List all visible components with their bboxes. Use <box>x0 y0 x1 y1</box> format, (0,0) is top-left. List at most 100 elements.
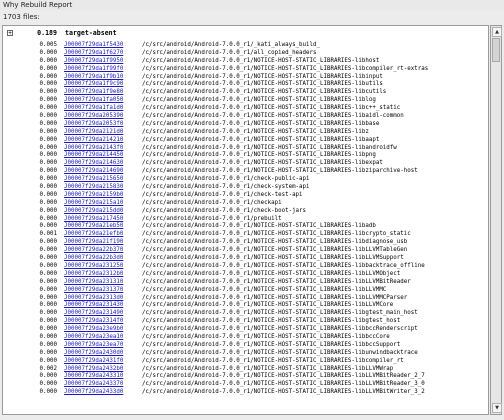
item-path: /c/src/android/Android-7.0.0_r1/NOTICE-H… <box>142 318 401 325</box>
item-hash-link[interactable]: J00007f29da231250 <box>64 263 123 271</box>
list-item: 0.000 J00007f29da1fa050/c/src/android/And… <box>3 97 488 105</box>
item-hash-link[interactable]: J00007f29da2312b0 <box>64 271 123 279</box>
item-hash-link[interactable]: J00007f29da1f99f0 <box>64 66 123 74</box>
item-hash-link[interactable]: J00007f29da1fa1d0 <box>64 105 123 113</box>
item-hash-link[interactable]: J00007f29da215650 <box>64 176 123 184</box>
list-item: 0.000 J00007f29da1fa1d0/c/src/android/And… <box>3 105 488 113</box>
item-hash-link[interactable]: J00007f29da231310 <box>64 279 123 287</box>
list-item: 0.000 J00007f29da2313d0/c/src/android/And… <box>3 295 488 303</box>
list-item: 0.000 J00007f29da231310/c/src/android/And… <box>3 279 488 287</box>
list-item: 0.005 J00007f29da1f5430/c/src/android/And… <box>3 42 488 50</box>
item-duration: 0.000 <box>39 207 57 214</box>
item-path: /c/src/android/Android-7.0.0_r1/NOTICE-H… <box>142 247 408 254</box>
item-hash-link[interactable]: J00007f29da2433d0 <box>64 389 123 397</box>
item-path: /c/src/android/Android-7.0.0_r1/NOTICE-H… <box>142 286 387 293</box>
list-item: 0.000 J00007f29da23e9b0/c/src/android/And… <box>3 326 488 334</box>
item-hash-link[interactable]: J00007f29da243370 <box>64 381 123 389</box>
item-hash-link[interactable]: J00007f29da1fa050 <box>64 97 123 105</box>
item-duration: 0.001 <box>39 231 57 238</box>
item-hash-link[interactable]: J00007f29da2053f0 <box>64 121 123 129</box>
item-hash-link[interactable]: J00007f29da2159b0 <box>64 192 123 200</box>
item-hash-link[interactable]: J00007f29da215dd0 <box>64 208 123 216</box>
item-duration: 0.000 <box>39 199 57 206</box>
item-hash-link[interactable]: J00007f29da215830 <box>64 184 123 192</box>
item-path: /c/src/android/Android-7.0.0_r1/NOTICE-H… <box>142 73 383 80</box>
item-duration: 0.000 <box>39 389 57 396</box>
item-hash-link[interactable]: J00007f29da22b370 <box>64 247 123 255</box>
list-item: 0.000 J00007f29da214690/c/src/android/And… <box>3 168 488 176</box>
item-hash-link[interactable]: J00007f29da22b3d0 <box>64 255 123 263</box>
item-hash-link[interactable]: J00007f29da23e9b0 <box>64 326 123 334</box>
expand-collapse-icon[interactable]: + <box>7 30 13 37</box>
scroll-down-arrow-icon[interactable]: ▼ <box>492 403 502 413</box>
item-hash-link[interactable]: J00007f29da21efb0 <box>64 231 123 239</box>
item-hash-link[interactable]: J00007f29da231370 <box>64 287 123 295</box>
list-item: 0.000 J00007f29da23ea10/c/src/android/And… <box>3 334 488 342</box>
scrollbar-thumb[interactable] <box>492 38 500 62</box>
scroll-up-arrow-icon[interactable]: ▲ <box>492 27 502 37</box>
item-duration: 0.000 <box>39 349 57 356</box>
list-item: 0.000 J00007f29da214210/c/src/android/And… <box>3 137 488 145</box>
item-hash-link[interactable]: J00007f29da23ea70 <box>64 342 123 350</box>
item-hash-link[interactable]: J00007f29da2432b0 <box>64 366 123 374</box>
item-hash-link[interactable]: J00007f29da2121d0 <box>64 129 123 137</box>
item-duration: 0.000 <box>39 65 57 72</box>
item-duration: 0.000 <box>39 381 57 388</box>
item-duration: 0.000 <box>39 286 57 293</box>
list-item: 0.000 J00007f29da1f6270/c/src/android/And… <box>3 50 488 58</box>
item-path: /c/src/android/Android-7.0.0_r1/NOTICE-H… <box>142 105 401 112</box>
item-hash-link[interactable]: J00007f29da1f5430 <box>64 42 123 50</box>
item-hash-link[interactable]: J00007f29da2430d0 <box>64 350 123 358</box>
tree-root-row[interactable]: + 0.189 target-absent <box>3 28 483 38</box>
item-hash-link[interactable]: J00007f29da214630 <box>64 160 123 168</box>
item-path: /c/src/android/Android-7.0.0_r1/_kati_al… <box>142 42 320 48</box>
item-hash-link[interactable]: J00007f29da2143f0 <box>64 145 123 153</box>
item-hash-link[interactable]: J00007f29da1f9e80 <box>64 89 123 97</box>
item-hash-link[interactable]: J00007f29da231430 <box>64 302 123 310</box>
vertical-scrollbar[interactable]: ▲ ▼ <box>490 25 502 415</box>
item-hash-link[interactable]: J00007f29da1f9c90 <box>64 81 123 89</box>
item-hash-link[interactable]: J00007f29da21eb50 <box>64 223 123 231</box>
item-duration: 0.000 <box>39 120 57 127</box>
item-path: /c/src/android/Android-7.0.0_r1/NOTICE-H… <box>142 231 411 238</box>
item-hash-link[interactable]: J00007f29da217450 <box>64 216 123 224</box>
item-duration: 0.000 <box>39 184 57 191</box>
item-path: /c/src/android/Android-7.0.0_r1/all_copi… <box>142 49 317 56</box>
item-duration: 0.000 <box>39 89 57 96</box>
item-hash-link[interactable]: J00007f29da1f6270 <box>64 50 123 58</box>
item-hash-link[interactable]: J00007f29da205390 <box>64 113 123 121</box>
item-path: /c/src/android/Android-7.0.0_r1/NOTICE-H… <box>142 128 369 135</box>
list-item: 0.000 J00007f29da231430/c/src/android/And… <box>3 302 488 310</box>
item-hash-link[interactable]: J00007f29da215a10 <box>64 200 123 208</box>
item-path: /c/src/android/Android-7.0.0_r1/NOTICE-H… <box>142 294 408 301</box>
list-item: 0.000 J00007f29da243310/c/src/android/And… <box>3 373 488 381</box>
item-hash-link[interactable]: J00007f29da1f9b10 <box>64 74 123 82</box>
list-item: 0.000 J00007f29da215830/c/src/android/And… <box>3 184 488 192</box>
report-tree-panel[interactable]: + 0.189 target-absent 0.005 J00007f29da1f… <box>2 25 489 415</box>
list-item: 0.000 J00007f29da1f9b10/c/src/android/And… <box>3 74 488 82</box>
item-hash-link[interactable]: J00007f29da23ea10 <box>64 334 123 342</box>
item-duration: 0.000 <box>39 113 57 120</box>
item-hash-link[interactable]: J00007f29da1f9950 <box>64 58 123 66</box>
list-item: 0.000 J00007f29da2159b0/c/src/android/And… <box>3 192 488 200</box>
item-duration: 0.000 <box>39 326 57 333</box>
item-duration: 0.000 <box>39 255 57 262</box>
item-duration: 0.000 <box>39 270 57 277</box>
item-hash-link[interactable]: J00007f29da2313d0 <box>64 295 123 303</box>
item-path: /c/src/android/Android-7.0.0_r1/NOTICE-H… <box>142 357 404 364</box>
item-hash-link[interactable]: J00007f29da2431f0 <box>64 358 123 366</box>
item-duration: 0.000 <box>39 105 57 112</box>
item-duration: 0.000 <box>39 223 57 230</box>
item-hash-link[interactable]: J00007f29da243310 <box>64 373 123 381</box>
item-hash-link[interactable]: J00007f29da214450 <box>64 152 123 160</box>
item-path: /c/src/android/Android-7.0.0_r1/NOTICE-H… <box>142 333 390 340</box>
item-hash-link[interactable]: J00007f29da21f190 <box>64 239 123 247</box>
item-hash-link[interactable]: J00007f29da231490 <box>64 310 123 318</box>
list-item: 0.000 J00007f29da1f9e80/c/src/android/And… <box>3 89 488 97</box>
item-path: /c/src/android/Android-7.0.0_r1/NOTICE-H… <box>142 381 425 388</box>
item-hash-link[interactable]: J00007f29da214210 <box>64 137 123 145</box>
item-hash-link[interactable]: J00007f29da214690 <box>64 168 123 176</box>
item-duration: 0.000 <box>39 247 57 254</box>
item-hash-link[interactable]: J00007f29da2314f0 <box>64 318 123 326</box>
list-item: 0.002 J00007f29da2432b0/c/src/android/And… <box>3 366 488 374</box>
